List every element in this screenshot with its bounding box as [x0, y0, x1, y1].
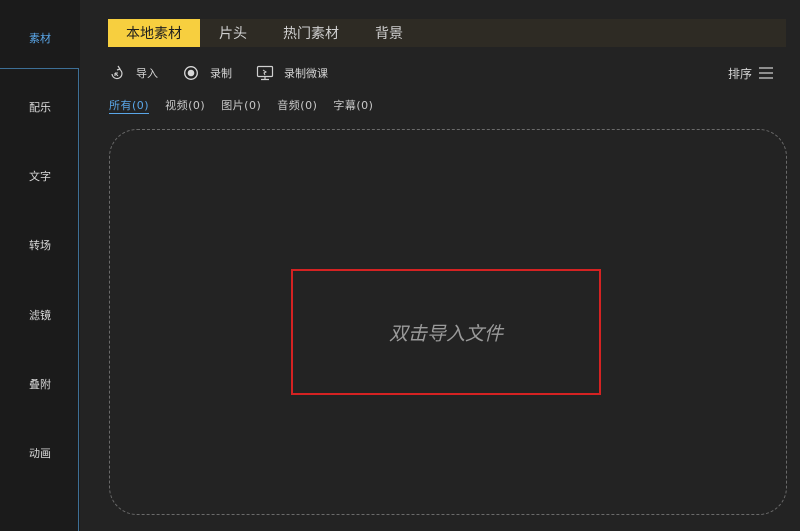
- sidebar-item-label: 叠附: [29, 378, 51, 391]
- app-window: 素材 配乐 文字 转场 滤镜 叠附 动画 本地素材 片头 热门素材 背景 导入 …: [0, 0, 800, 531]
- filter-video[interactable]: 视频(0): [165, 97, 205, 113]
- tab-popular-materials[interactable]: 热门素材: [265, 19, 357, 47]
- screen-record-icon: [256, 64, 274, 82]
- sidebar-item-overlays[interactable]: 叠附: [0, 364, 80, 404]
- record-lesson-label: 录制微课: [284, 67, 328, 80]
- sidebar-divider: [0, 68, 79, 69]
- sort-label: 排序: [727, 66, 752, 81]
- sidebar-item-label: 动画: [29, 447, 51, 460]
- sidebar-item-transitions[interactable]: 转场: [0, 225, 80, 265]
- import-icon: [108, 64, 126, 82]
- sidebar-item-filters[interactable]: 滤镜: [0, 295, 80, 335]
- import-label: 导入: [136, 67, 158, 80]
- highlight-box: 双击导入文件: [291, 269, 601, 395]
- record-button[interactable]: 录制: [182, 64, 232, 82]
- filter-bar: 所有(0) 视频(0) 图片(0) 音频(0) 字幕(0): [109, 96, 389, 114]
- sidebar-item-label: 转场: [29, 239, 51, 252]
- filter-image[interactable]: 图片(0): [221, 97, 261, 113]
- record-lesson-button[interactable]: 录制微课: [256, 64, 328, 82]
- sidebar-item-label: 文字: [29, 170, 51, 183]
- drop-hint-text[interactable]: 双击导入文件: [389, 319, 503, 346]
- sidebar: 素材 配乐 文字 转场 滤镜 叠附 动画: [0, 0, 80, 531]
- filter-audio[interactable]: 音频(0): [277, 97, 317, 113]
- tab-bar: 本地素材 片头 热门素材 背景: [108, 19, 786, 47]
- sidebar-item-materials[interactable]: 素材: [0, 18, 80, 58]
- sidebar-item-label: 素材: [29, 32, 51, 45]
- sidebar-item-text[interactable]: 文字: [0, 156, 80, 196]
- filter-subtitle[interactable]: 字幕(0): [333, 97, 373, 113]
- sidebar-item-label: 配乐: [29, 101, 51, 114]
- list-icon: [758, 66, 774, 80]
- filter-all[interactable]: 所有(0): [109, 97, 150, 114]
- tab-intro[interactable]: 片头: [200, 19, 265, 47]
- main-panel: 本地素材 片头 热门素材 背景 导入 录制 录制微课 排序 所有(0) 视频(0…: [80, 0, 800, 531]
- record-icon: [182, 64, 200, 82]
- sidebar-item-label: 滤镜: [29, 309, 51, 322]
- record-label: 录制: [210, 67, 232, 80]
- toolbar: 导入 录制 录制微课 排序: [108, 62, 774, 84]
- tab-background[interactable]: 背景: [357, 19, 421, 47]
- sidebar-item-music[interactable]: 配乐: [0, 87, 80, 127]
- tab-local-materials[interactable]: 本地素材: [108, 19, 200, 47]
- import-button[interactable]: 导入: [108, 64, 158, 82]
- sidebar-item-animation[interactable]: 动画: [0, 433, 80, 473]
- sort-button[interactable]: 排序: [728, 62, 774, 84]
